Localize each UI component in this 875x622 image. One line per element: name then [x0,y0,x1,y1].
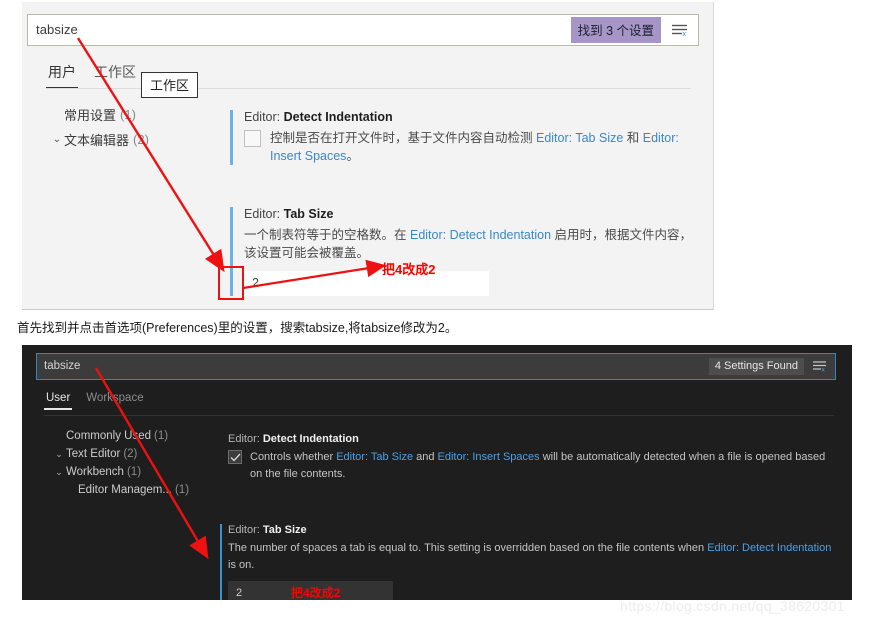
tabs-divider [44,415,834,416]
tab-size-input[interactable]: 2 [244,270,489,296]
setting-description: 一个制表符等于的空格数。在 Editor: Detect Indentation… [244,226,700,262]
desc-text: 。 [346,149,359,164]
settings-list: Editor: Detect Indentation Controls whet… [220,433,840,600]
settings-list: Editor: Detect Indentation 控制是否在打开文件时，基于… [230,110,700,309]
setting-tab-size: Editor: Tab Size The number of spaces a … [220,524,840,600]
detect-indentation-checkbox[interactable] [228,450,242,464]
tab-size-value: 2 [236,586,243,599]
tree-item-count: (1) [120,107,136,122]
settings-scope-tabs: 用户 工作区 [46,60,138,89]
desc-text: is on. [228,558,255,571]
tree-item-count: (1) [126,466,142,478]
setting-tab-size: Editor: Tab Size 一个制表符等于的空格数。在 Editor: D… [230,207,700,296]
watermark: https://blog.csdn.net/qq_38620301 [620,598,845,614]
detect-indentation-checkbox[interactable] [244,130,261,147]
setting-detect-indentation: Editor: Detect Indentation Controls whet… [220,433,840,482]
tree-item-label: Editor Managem... [78,484,172,496]
tab-size-value: 2 [252,276,259,290]
chevron-down-icon[interactable]: ⌄ [50,134,64,145]
chevron-down-icon[interactable]: ⌄ [52,467,66,478]
desc-text: The number of spaces a tab is equal to. … [228,542,708,554]
setting-key-label: Editor: Tab Size [244,207,700,221]
clear-filter-icon[interactable]: x [809,358,831,376]
setting-key-prefix: Editor: [228,433,263,445]
results-count-badge: 4 Settings Found [708,358,804,375]
tree-item-label: Commonly Used [66,430,151,442]
tree-item-count: (2) [133,132,149,147]
tab-user[interactable]: User [44,390,73,410]
setting-detect-indentation: Editor: Detect Indentation 控制是否在打开文件时，基于… [230,110,700,166]
setting-key-label: Editor: Tab Size [228,524,840,536]
workspace-tab-tooltip: 工作区 [141,72,199,98]
svg-text:x: x [822,367,826,374]
setting-key-name: Detect Indentation [283,110,393,124]
desc-text: 一个制表符等于的空格数。在 [244,228,410,243]
tree-item-text-editor[interactable]: ⌄ 文本编辑器 (2) [50,127,220,152]
setting-description: Controls whether Editor: Tab Size and Ed… [250,449,840,482]
chevron-down-icon[interactable]: ⌄ [52,449,66,460]
setting-description: The number of spaces a tab is equal to. … [228,540,840,573]
setting-key-label: Editor: Detect Indentation [228,433,840,445]
link-editor-detect-indentation[interactable]: Editor: Detect Indentation [410,228,551,242]
tree-item-editor-management[interactable]: Editor Managem... (1) [52,481,217,499]
desc-text: and [413,451,438,463]
setting-key-prefix: Editor: [244,110,284,124]
tab-workspace[interactable]: Workspace [84,390,145,410]
desc-text: 和 [623,131,643,145]
vscode-settings-dark-panel: tabsize 4 Settings Found x User Workspac… [22,345,852,600]
link-editor-detect-indentation[interactable]: Editor: Detect Indentation [707,542,831,554]
vscode-settings-light-panel: tabsize 找到 3 个设置 x 用户 工作区 工作区 常用设置 (1) ⌄… [22,2,714,310]
link-editor-insert-spaces[interactable]: Editor: Insert Spaces [438,451,540,463]
setting-key-name: Detect Indentation [262,433,359,445]
tree-item-text-editor[interactable]: ⌄ Text Editor (2) [52,445,217,463]
desc-text: 控制是否在打开文件时，基于文件内容自动检测 [270,131,536,145]
annotation-note-bottom: 把4改成2 [291,586,341,600]
tree-item-label: 文本编辑器 [64,133,130,148]
tab-user[interactable]: 用户 [46,60,78,89]
settings-category-tree: 常用设置 (1) ⌄ 文本编辑器 (2) [50,102,220,152]
tree-item-workbench[interactable]: ⌄ Workbench (1) [52,463,217,481]
results-count-badge: 找到 3 个设置 [570,17,661,43]
svg-text:x: x [683,31,687,37]
tree-item-label: Text Editor [66,448,121,460]
tree-item-label: 常用设置 [64,108,117,123]
dark-search-bar[interactable]: tabsize 4 Settings Found x [36,353,836,380]
search-input[interactable]: tabsize [37,354,709,379]
tree-item-count: (1) [154,430,169,442]
setting-key-prefix: Editor: [244,207,284,222]
tree-item-count: (2) [123,448,138,460]
light-search-bar[interactable]: tabsize 找到 3 个设置 x [27,14,699,46]
checkmark-icon [230,453,240,461]
setting-key-label: Editor: Detect Indentation [244,110,700,124]
desc-text: Controls whether [250,451,337,463]
tree-item-count: (1) [174,484,190,496]
search-input[interactable]: tabsize [28,15,571,45]
tree-item-label: Workbench [66,466,124,478]
clear-filter-icon[interactable]: x [667,19,693,41]
settings-scope-tabs: User Workspace [44,390,146,410]
link-editor-tab-size[interactable]: Editor: Tab Size [336,451,413,463]
settings-category-tree: Commonly Used (1) ⌄ Text Editor (2) ⌄ Wo… [52,427,217,499]
setting-key-name: Tab Size [262,524,307,536]
tab-workspace[interactable]: 工作区 [92,60,138,89]
tutorial-caption: 首先找到并点击首选项(Preferences)里的设置，搜索tabsize,将t… [17,321,458,335]
tree-item-commonly-used[interactable]: Commonly Used (1) [52,427,217,445]
setting-key-prefix: Editor: [228,524,263,536]
tab-size-input[interactable]: 2 把4改成2 [228,581,393,600]
setting-key-name: Tab Size [283,207,334,222]
setting-description: 控制是否在打开文件时，基于文件内容自动检测 Editor: Tab Size 和… [270,129,700,165]
screenshot-root: tabsize 找到 3 个设置 x 用户 工作区 工作区 常用设置 (1) ⌄… [0,0,875,622]
tree-item-common-settings[interactable]: 常用设置 (1) [50,102,220,127]
link-editor-tab-size[interactable]: Editor: Tab Size [536,131,623,145]
